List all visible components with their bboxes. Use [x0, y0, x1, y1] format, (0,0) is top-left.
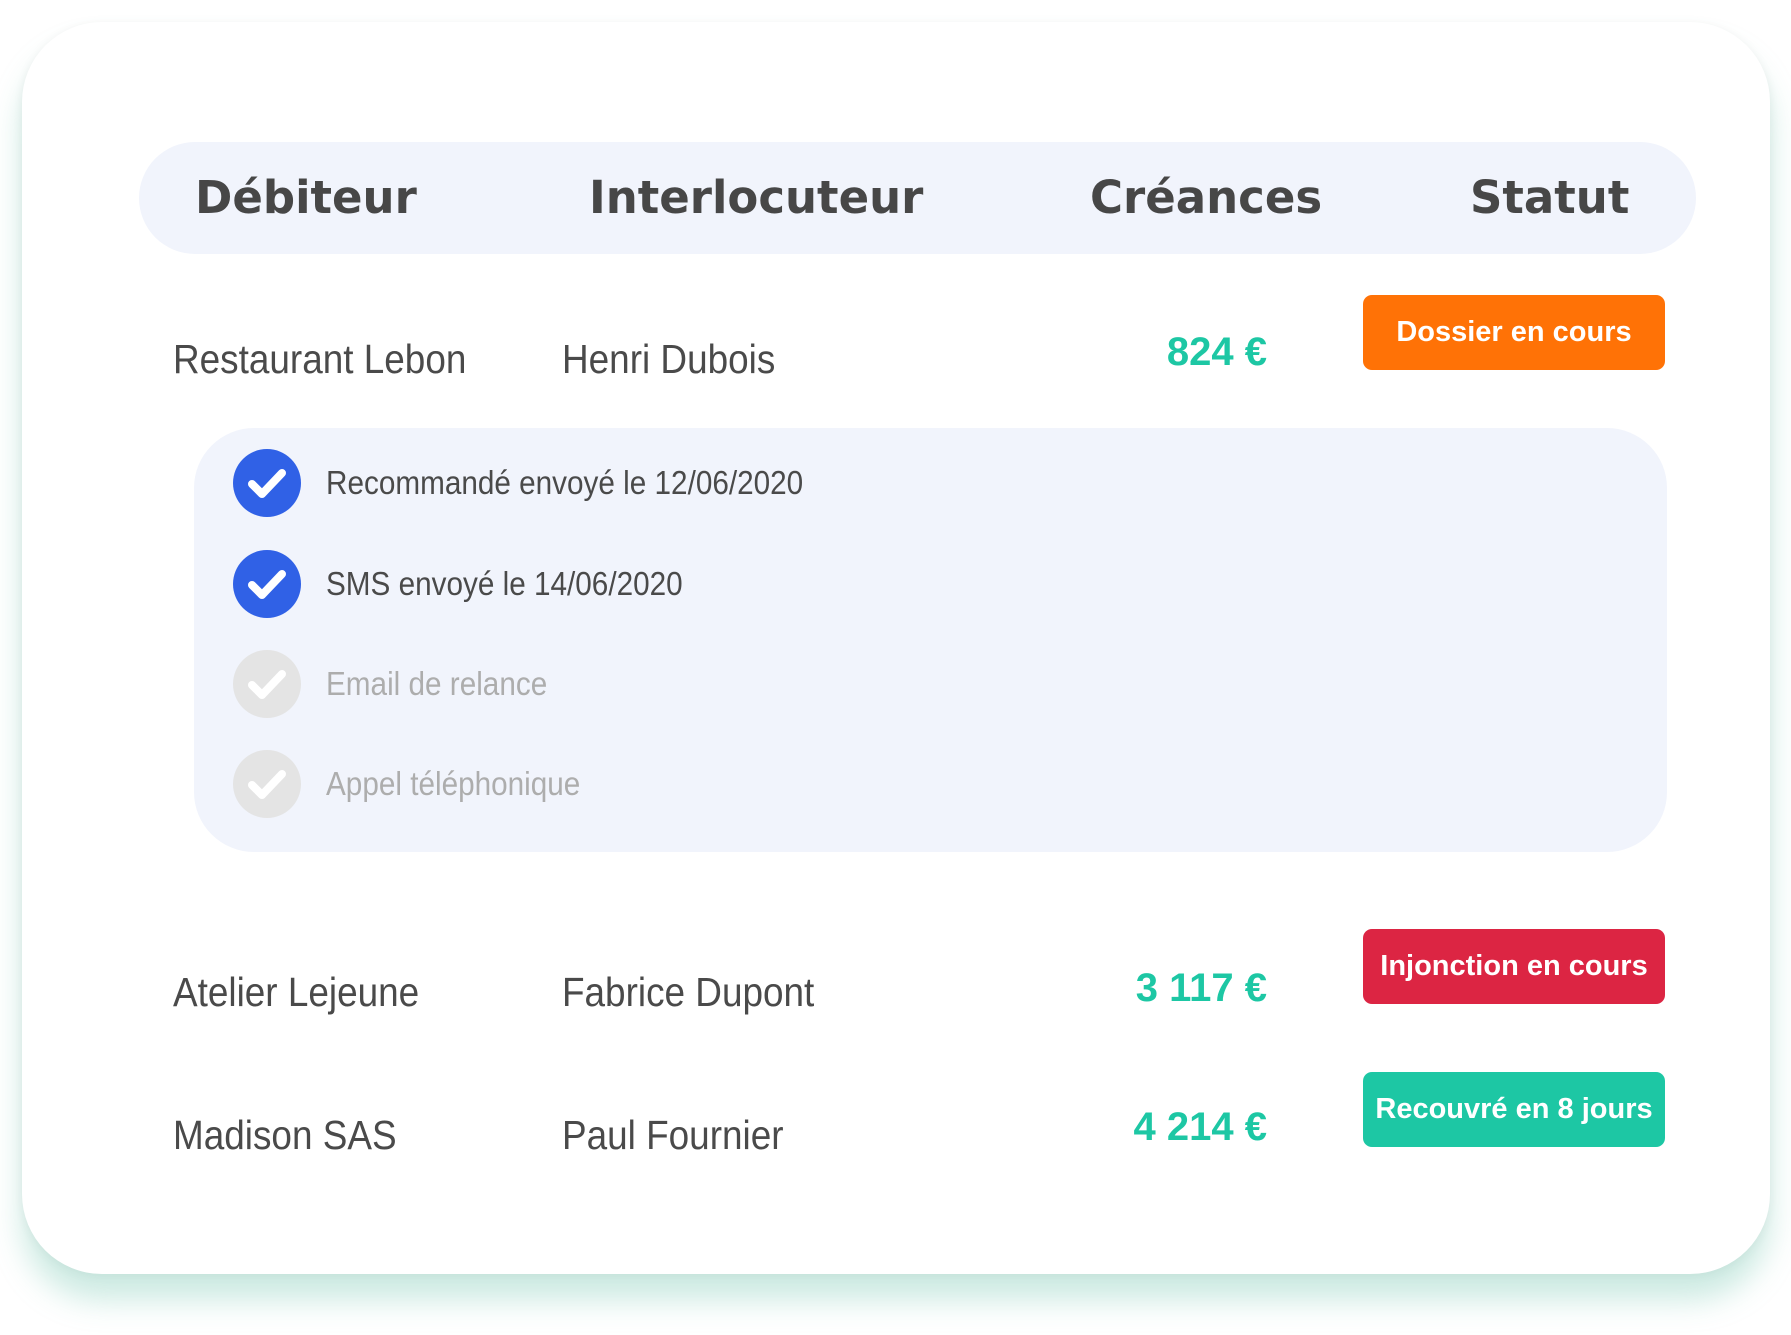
column-header-creances: Créances: [1090, 171, 1323, 224]
status-badge[interactable]: Injonction en cours: [1363, 929, 1665, 1004]
interlocuteur-name: Paul Fournier: [562, 1112, 784, 1158]
column-header-debiteur: Débiteur: [195, 171, 417, 224]
status-badge[interactable]: Dossier en cours: [1363, 295, 1665, 370]
status-badge[interactable]: Recouvré en 8 jours: [1363, 1072, 1665, 1147]
check-icon: [233, 449, 301, 517]
interlocuteur-name: Henri Dubois: [562, 336, 776, 382]
debiteur-name: Madison SAS: [173, 1112, 397, 1158]
step-label: Appel téléphonique: [326, 765, 581, 802]
creance-amount: 3 117 €: [1135, 966, 1267, 1010]
column-header-statut: Statut: [1470, 171, 1630, 224]
debtors-card: Débiteur Interlocuteur Créances Statut R…: [22, 22, 1770, 1274]
step-label: Email de relance: [326, 665, 548, 702]
creance-amount: 824 €: [1166, 330, 1267, 374]
check-icon: [233, 650, 301, 718]
debiteur-name: Atelier Lejeune: [173, 969, 420, 1015]
column-header-interlocuteur: Interlocuteur: [589, 171, 924, 224]
interlocuteur-name: Fabrice Dupont: [562, 969, 815, 1015]
check-icon: [233, 550, 301, 618]
step-label: SMS envoyé le 14/06/2020: [326, 565, 683, 602]
recovery-steps-panel: Recommandé envoyé le 12/06/2020 SMS envo…: [194, 428, 1667, 852]
table-header: Débiteur Interlocuteur Créances Statut: [139, 142, 1696, 254]
creance-amount: 4 214 €: [1133, 1105, 1267, 1149]
step-label: Recommandé envoyé le 12/06/2020: [326, 464, 804, 501]
check-icon: [233, 750, 301, 818]
debiteur-name: Restaurant Lebon: [173, 336, 467, 382]
